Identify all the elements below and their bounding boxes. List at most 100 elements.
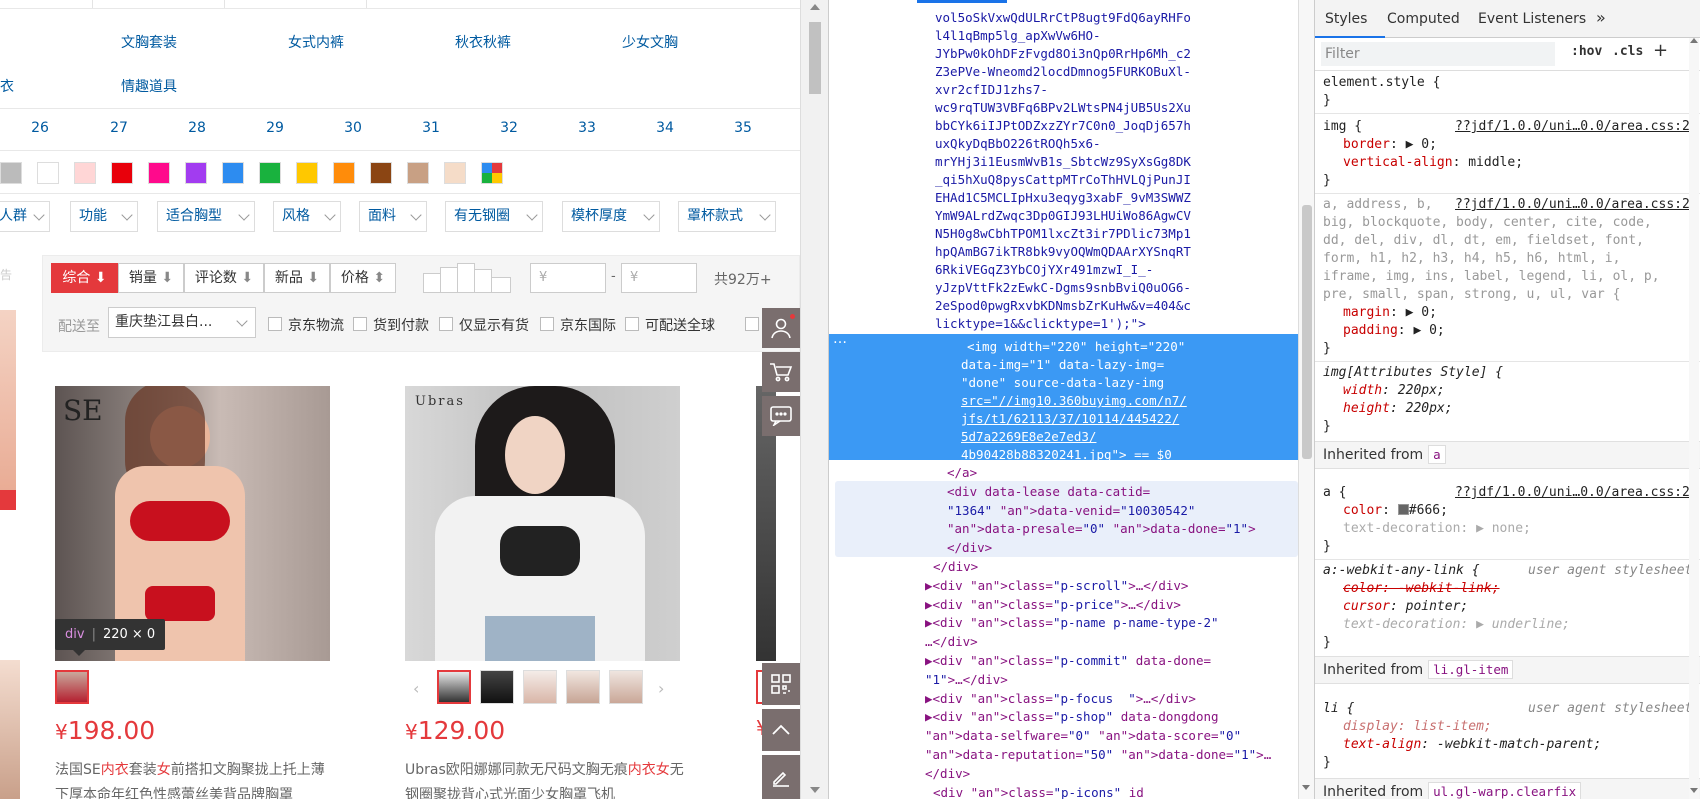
category-link[interactable]: 情趣道具 (121, 76, 177, 96)
add-rule-icon[interactable]: + (1653, 40, 1668, 61)
category-link[interactable]: 秋衣秋裤 (455, 32, 511, 52)
price-min-input[interactable]: ¥ (530, 263, 606, 293)
size-option[interactable]: 27 (104, 120, 134, 136)
color-swatch[interactable] (444, 162, 466, 184)
filter-dropdown[interactable]: 面料 (359, 201, 427, 232)
category-link[interactable]: 衣 (0, 76, 14, 96)
page-scrollbar[interactable] (800, 0, 828, 799)
filter-checkbox[interactable] (745, 317, 759, 331)
color-swatch[interactable] (111, 162, 133, 184)
size-option[interactable]: 33 (572, 120, 602, 136)
css-declaration[interactable]: text-decoration: ▶ none; (1343, 520, 1531, 538)
code-line[interactable]: </a> (947, 464, 977, 482)
filter-input[interactable]: Filter (1321, 42, 1555, 66)
more-icon[interactable]: … (833, 330, 847, 348)
scrollbar-thumb[interactable] (809, 22, 821, 94)
filter-dropdown[interactable]: 适合胸型 (157, 201, 255, 232)
product-thumb[interactable] (480, 670, 514, 704)
chat-icon[interactable] (762, 396, 800, 436)
source-link[interactable]: ??jdf/1.0.0/uni…0.0/area.css:2 (1455, 196, 1690, 214)
category-link[interactable]: 文胸套装 (121, 32, 177, 52)
code-line[interactable]: </div> (947, 539, 992, 557)
code-line[interactable]: …</div> (925, 633, 978, 651)
scrollbar-thumb[interactable] (1302, 205, 1312, 459)
back-to-top-icon[interactable] (762, 709, 800, 751)
price-max-input[interactable]: ¥ (621, 263, 697, 293)
elements-tree[interactable]: vol5oSkVxwQdULRrCtP8ugt9FdQ6ayRHFo l4l1qB… (829, 0, 1298, 799)
filter-dropdown[interactable]: 功能 (70, 201, 138, 232)
product-thumb[interactable] (609, 670, 643, 704)
side-ad-image[interactable] (0, 310, 16, 510)
filter-checkbox[interactable] (439, 317, 453, 331)
color-swatch[interactable] (148, 162, 170, 184)
size-option[interactable]: 31 (416, 120, 446, 136)
product-name[interactable]: Ubras欧阳娜娜同款无尺码文胸无痕内衣女无钢圈聚拢背心式光面少女胸罩飞机 (405, 758, 687, 799)
tab-computed[interactable]: Computed (1387, 11, 1460, 27)
sort-price-button[interactable]: 价格 ⬍ (330, 263, 396, 293)
css-declaration[interactable]: margin: ▶ 0; (1343, 304, 1437, 322)
qrcode-icon[interactable] (762, 663, 800, 705)
code-line[interactable]: <div "an">class="p-icons" id (933, 784, 1144, 799)
scroll-up-icon[interactable] (1690, 38, 1698, 43)
code-line[interactable]: </div> (925, 765, 970, 783)
inherited-node-link[interactable]: li.gl-item (1428, 660, 1514, 679)
color-swatch[interactable] (333, 162, 355, 184)
css-declaration[interactable]: color: #666; (1343, 502, 1448, 520)
color-swatch[interactable] (296, 162, 318, 184)
source-link[interactable]: ??jdf/1.0.0/uni…0.0/area.css:2 (1455, 118, 1690, 136)
scroll-down-icon[interactable] (1690, 788, 1698, 793)
price-distribution-chart[interactable] (423, 263, 511, 293)
more-tabs-icon[interactable]: » (1596, 8, 1606, 27)
side-ad-image[interactable] (0, 660, 20, 799)
category-link[interactable]: 女式内裤 (288, 32, 344, 52)
color-swatch[interactable] (0, 162, 22, 184)
inherited-node-link[interactable]: ul.gl-warp.clearfix (1428, 782, 1582, 799)
size-option[interactable]: 35 (728, 120, 758, 136)
filter-checkbox[interactable] (625, 317, 639, 331)
selected-node[interactable]: … <img width="220" height="220" data-img=… (829, 331, 1298, 462)
scroll-up-icon[interactable] (810, 4, 820, 10)
code-line[interactable]: ▶<div "an">class="p-price">…</div> (925, 596, 1181, 614)
color-swatch[interactable] (407, 162, 429, 184)
code-line[interactable]: "1364" "an">data-venid="10030542" (947, 502, 1195, 520)
product-thumb[interactable] (437, 670, 471, 704)
color-swatch[interactable] (37, 162, 59, 184)
cls-toggle[interactable]: .cls (1612, 44, 1643, 59)
ship-to-select[interactable]: 重庆垫江县白... (108, 307, 256, 338)
styles-scrollbar[interactable] (1689, 38, 1699, 799)
size-option[interactable]: 32 (494, 120, 524, 136)
color-swatch[interactable] (1397, 504, 1409, 515)
tab-event-listeners[interactable]: Event Listeners (1478, 11, 1586, 27)
size-option[interactable]: 34 (650, 120, 680, 136)
size-option[interactable]: 29 (260, 120, 290, 136)
filter-checkbox[interactable] (540, 317, 554, 331)
filter-checkbox[interactable] (268, 317, 282, 331)
code-line[interactable]: ▶<div "an">class="p-shop" data-dongdong (925, 708, 1219, 726)
thumb-next-icon[interactable]: › (658, 679, 664, 698)
cart-icon[interactable] (762, 352, 800, 392)
code-line[interactable]: "1">…</div> (925, 671, 1008, 689)
filter-dropdown[interactable]: 罩杯款式 (678, 201, 776, 232)
color-swatch[interactable] (259, 162, 281, 184)
code-line[interactable]: "an">data-presale="0" "an">data-done="1"… (947, 520, 1256, 538)
css-declaration[interactable]: border: ▶ 0; (1343, 136, 1437, 154)
sort-reviews-button[interactable]: 评论数 ⬇ (184, 263, 264, 293)
source-link[interactable]: ??jdf/1.0.0/uni…0.0/area.css:2 (1455, 484, 1690, 502)
scroll-down-icon[interactable] (810, 787, 820, 793)
color-swatch[interactable] (370, 162, 392, 184)
color-swatch[interactable] (185, 162, 207, 184)
code-line[interactable]: </div> (933, 558, 978, 576)
color-swatch[interactable] (222, 162, 244, 184)
filter-dropdown[interactable]: 风格 (273, 201, 341, 232)
filter-dropdown[interactable]: 模杯厚度 (562, 201, 660, 232)
product-thumb[interactable] (566, 670, 600, 704)
css-declaration[interactable]: vertical-align: middle; (1343, 154, 1523, 172)
code-line[interactable]: <div data-lease data-catid= (947, 483, 1150, 501)
color-swatch[interactable] (481, 162, 503, 184)
filter-dropdown[interactable]: 有无钢圈 (445, 201, 543, 232)
feedback-icon[interactable] (762, 755, 800, 799)
color-swatch[interactable] (74, 162, 96, 184)
size-option[interactable]: 30 (338, 120, 368, 136)
code-line[interactable]: ▶<div "an">class="p-commit" data-done= (925, 652, 1211, 670)
tab-styles[interactable]: Styles (1325, 11, 1367, 27)
